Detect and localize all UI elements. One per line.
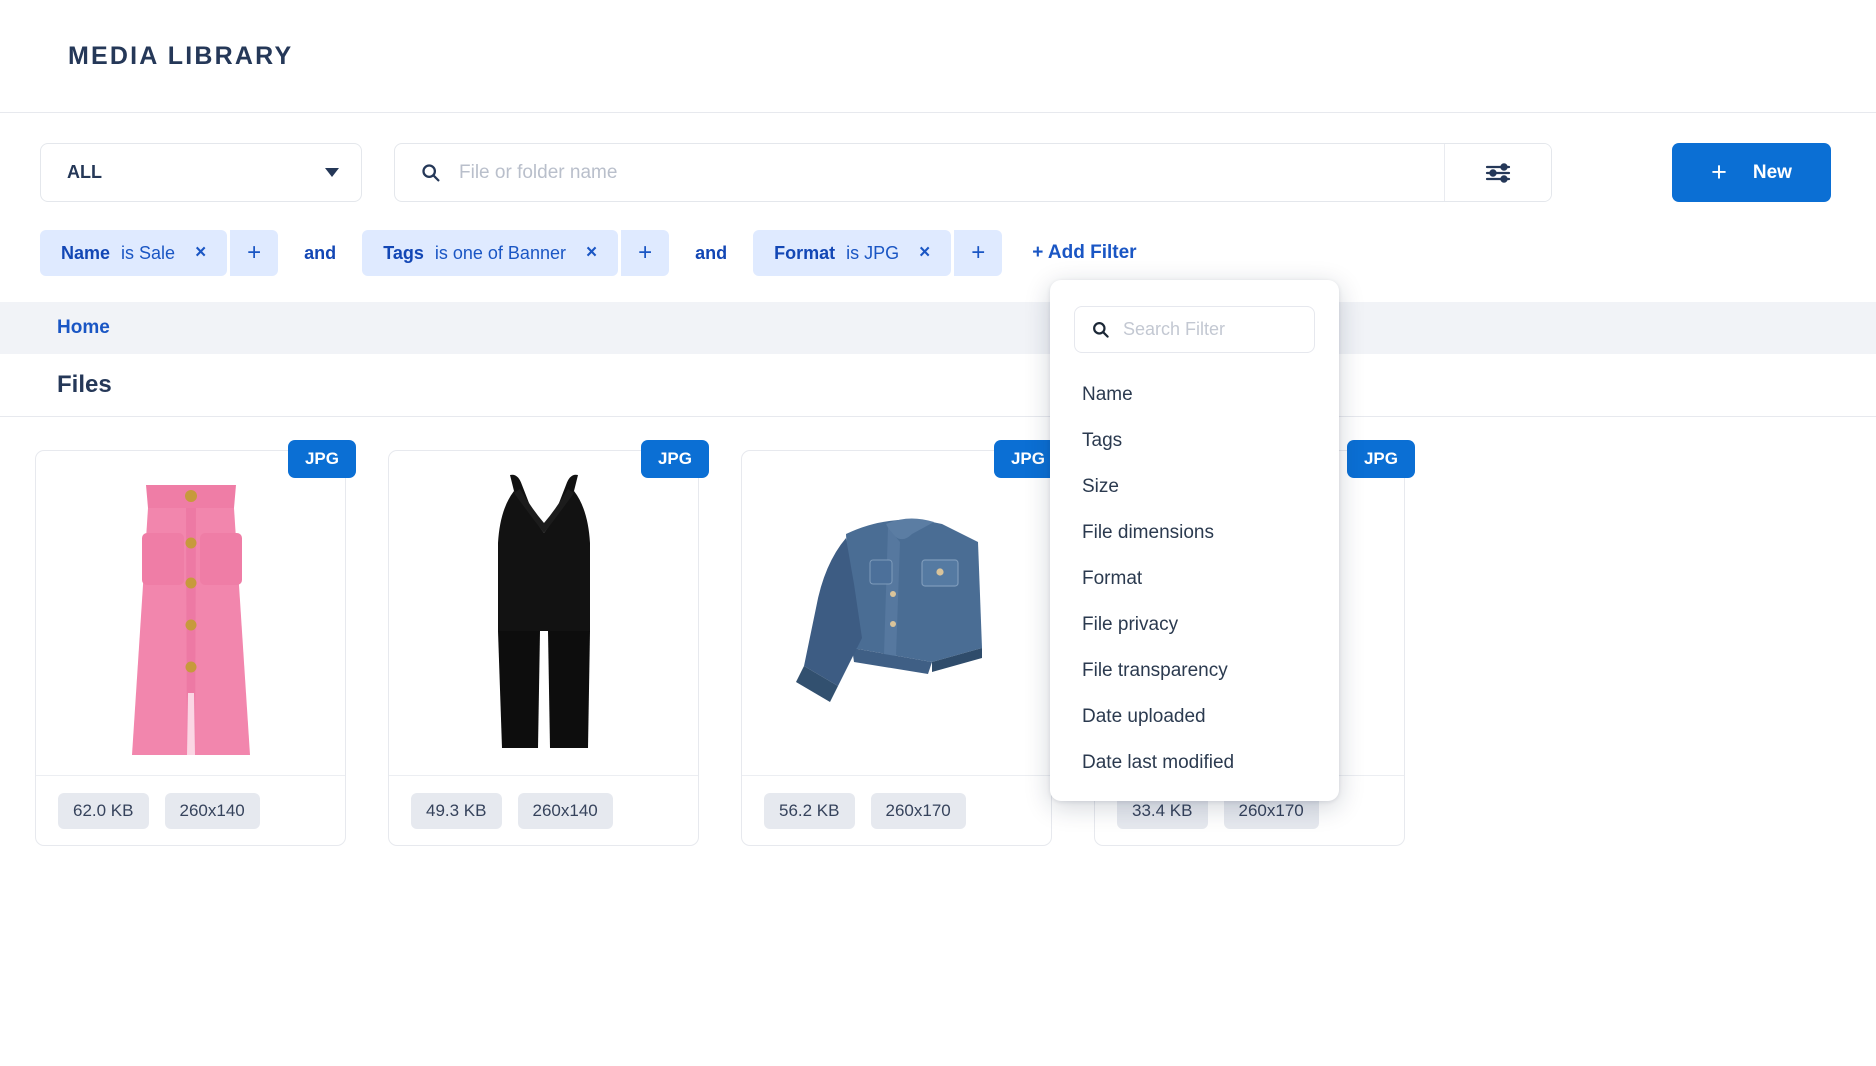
file-dimensions-badge: 260x170 [871, 793, 966, 829]
file-size-badge: 62.0 KB [58, 793, 149, 829]
filter-chip-format[interactable]: Format is JPG × [753, 230, 951, 276]
breadcrumb: Home [0, 302, 1876, 354]
denim-jacket-image [782, 498, 1012, 728]
file-card[interactable]: JPG 62.0 KB 260x140 [35, 450, 346, 846]
format-badge: JPG [288, 440, 356, 478]
filter-chip-tags[interactable]: Tags is one of Banner × [362, 230, 618, 276]
new-button-label: New [1753, 162, 1792, 184]
filter-search-input[interactable] [1123, 319, 1314, 340]
file-thumbnail [389, 451, 698, 776]
page-title: MEDIA LIBRARY [68, 42, 293, 71]
add-filter-link[interactable]: + Add Filter [1032, 242, 1136, 264]
filter-option-file-privacy[interactable]: File privacy [1050, 602, 1339, 648]
filter-chip-expression: is one of Banner [435, 243, 566, 264]
scope-dropdown[interactable]: ALL [40, 143, 362, 202]
add-filter-value-button[interactable]: + [954, 230, 1002, 276]
file-dimensions-badge: 260x140 [518, 793, 613, 829]
file-thumbnail [36, 451, 345, 776]
search-input[interactable] [459, 162, 1444, 184]
filter-option-list: Name Tags Size File dimensions Format Fi… [1050, 372, 1339, 786]
search-bar [394, 143, 1552, 202]
filter-chip-name[interactable]: Name is Sale × [40, 230, 227, 276]
file-size-badge: 49.3 KB [411, 793, 502, 829]
filter-option-name[interactable]: Name [1050, 372, 1339, 418]
filter-settings-button[interactable] [1444, 144, 1551, 201]
files-section-title: Files [57, 371, 112, 399]
file-meta: 56.2 KB 260x170 [742, 776, 1051, 845]
plus-icon: + [1711, 159, 1727, 186]
filter-option-size[interactable]: Size [1050, 464, 1339, 510]
file-dimensions-badge: 260x140 [165, 793, 260, 829]
filter-option-file-dimensions[interactable]: File dimensions [1050, 510, 1339, 556]
format-badge: JPG [1347, 440, 1415, 478]
search-icon [420, 162, 441, 183]
filter-option-format[interactable]: Format [1050, 556, 1339, 602]
filter-option-file-transparency[interactable]: File transparency [1050, 648, 1339, 694]
file-card[interactable]: JPG 49.3 KB 260x140 [388, 450, 699, 846]
filter-option-tags[interactable]: Tags [1050, 418, 1339, 464]
filter-chip-field: Tags [383, 243, 424, 264]
file-grid: JPG 62.0 KB 260x140 [0, 417, 1876, 846]
file-meta: 49.3 KB 260x140 [389, 776, 698, 845]
pink-skirt-image [116, 463, 266, 763]
breadcrumb-item-home[interactable]: Home [57, 317, 110, 339]
filter-conjunction: and [695, 243, 727, 264]
filter-chip-field: Format [774, 243, 835, 264]
filter-option-date-last-modified[interactable]: Date last modified [1050, 740, 1339, 786]
add-filter-value-button[interactable]: + [230, 230, 278, 276]
sliders-icon [1485, 162, 1511, 184]
filter-chip-expression: is Sale [121, 243, 175, 264]
file-thumbnail [742, 451, 1051, 776]
search-field [395, 144, 1444, 201]
filter-chips-row: Name is Sale × + and Tags is one of Bann… [0, 230, 1876, 276]
file-size-badge: 56.2 KB [764, 793, 855, 829]
toolbar: ALL [0, 113, 1876, 205]
filter-conjunction: and [304, 243, 336, 264]
new-button[interactable]: + New [1672, 143, 1831, 202]
media-library-page: MEDIA LIBRARY ALL [0, 0, 1876, 1066]
search-icon [1091, 320, 1110, 339]
format-badge: JPG [641, 440, 709, 478]
page-header: MEDIA LIBRARY [0, 0, 1876, 113]
filter-search-field [1074, 306, 1315, 353]
remove-filter-icon[interactable]: × [195, 242, 206, 264]
file-card[interactable]: JPG 56.2 KB 2 [741, 450, 1052, 846]
remove-filter-icon[interactable]: × [586, 242, 597, 264]
files-section-header: Files [0, 354, 1876, 417]
remove-filter-icon[interactable]: × [919, 242, 930, 264]
black-jumpsuit-image [464, 463, 624, 763]
filter-option-date-uploaded[interactable]: Date uploaded [1050, 694, 1339, 740]
filter-chip-expression: is JPG [846, 243, 899, 264]
add-filter-dropdown: Name Tags Size File dimensions Format Fi… [1050, 280, 1339, 801]
filter-chip-field: Name [61, 243, 110, 264]
file-meta: 62.0 KB 260x140 [36, 776, 345, 845]
add-filter-value-button[interactable]: + [621, 230, 669, 276]
scope-dropdown-value: ALL [67, 162, 102, 183]
chevron-down-icon [325, 168, 339, 177]
